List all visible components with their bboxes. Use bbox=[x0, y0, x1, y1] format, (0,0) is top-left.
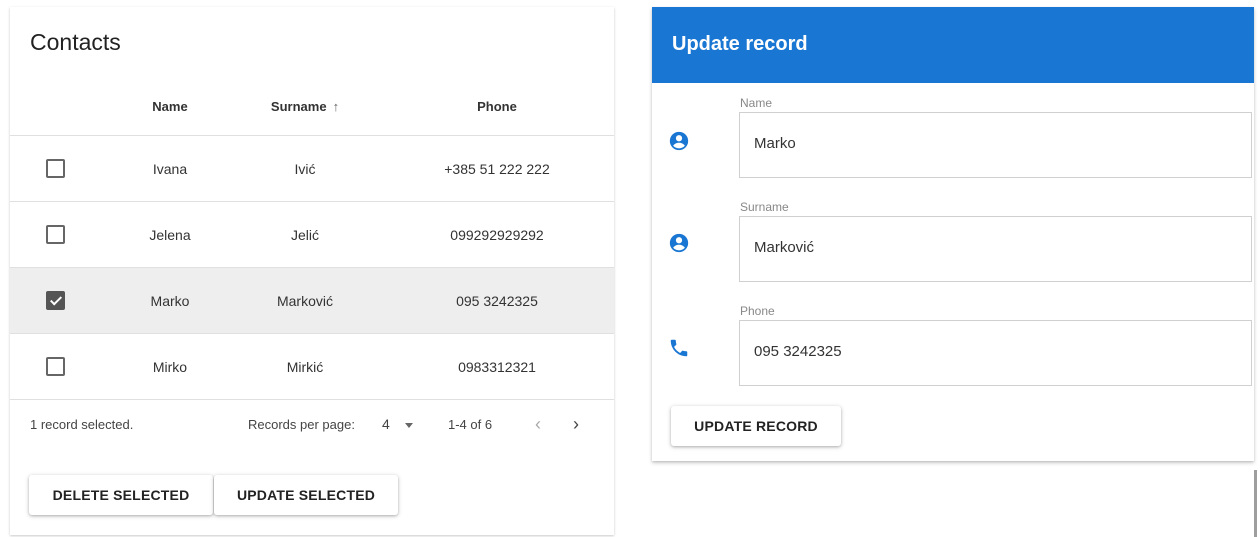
header-checkbox-cell bbox=[10, 77, 110, 136]
contacts-card: Contacts Name Surname ↑ Phone Ivana Ivić bbox=[10, 7, 614, 535]
cell-surname: Ivić bbox=[230, 135, 380, 202]
name-field-box[interactable] bbox=[739, 112, 1252, 178]
phone-input[interactable] bbox=[754, 343, 1234, 360]
row-checkbox[interactable] bbox=[45, 159, 65, 178]
surname-field-label: Surname bbox=[740, 200, 789, 214]
cell-surname: Mirkić bbox=[230, 333, 380, 400]
table-row[interactable]: Mirko Mirkić 0983312321 bbox=[10, 333, 614, 400]
row-checkbox[interactable] bbox=[45, 225, 65, 244]
window-edge-divider bbox=[1254, 470, 1257, 537]
phone-icon bbox=[670, 339, 688, 357]
column-header-name[interactable]: Name bbox=[110, 77, 230, 136]
pagination-range: 1-4 of 6 bbox=[448, 417, 493, 432]
rows-per-page-label: Records per page: bbox=[248, 417, 355, 432]
name-field-label: Name bbox=[740, 96, 773, 110]
table-header-row: Name Surname ↑ Phone bbox=[10, 77, 614, 136]
contacts-table: Name Surname ↑ Phone Ivana Ivić +385 51 … bbox=[10, 77, 614, 400]
table-row[interactable]: Jelena Jelić 099292929292 bbox=[10, 201, 614, 268]
row-checkbox-checked[interactable] bbox=[45, 291, 65, 310]
cell-surname: Marković bbox=[230, 267, 380, 334]
name-input[interactable] bbox=[754, 135, 1234, 152]
phone-field-label: Phone bbox=[740, 304, 775, 318]
column-header-surname[interactable]: Surname ↑ bbox=[230, 77, 380, 136]
cell-phone: +385 51 222 222 bbox=[380, 135, 614, 202]
delete-selected-button[interactable]: DELETE SELECTED bbox=[29, 475, 213, 515]
contacts-title: Contacts bbox=[30, 29, 121, 55]
account-circle-icon bbox=[669, 131, 689, 151]
dropdown-arrow-icon[interactable] bbox=[405, 423, 413, 428]
next-page-icon[interactable]: › bbox=[564, 411, 588, 437]
cell-phone: 095 3242325 bbox=[380, 267, 614, 334]
table-footer: 1 record selected. Records per page: 4 1… bbox=[10, 407, 614, 445]
table-row[interactable]: Ivana Ivić +385 51 222 222 bbox=[10, 135, 614, 202]
update-record-card: Update record Name Surname Phone UPDATE … bbox=[652, 7, 1254, 461]
selection-count-text: 1 record selected. bbox=[30, 417, 134, 432]
sort-ascending-icon[interactable]: ↑ bbox=[333, 99, 340, 114]
cell-name: Jelena bbox=[110, 201, 230, 268]
cell-name: Mirko bbox=[110, 333, 230, 400]
column-header-phone[interactable]: Phone bbox=[380, 77, 614, 136]
row-checkbox[interactable] bbox=[45, 357, 65, 376]
phone-field-box[interactable] bbox=[739, 320, 1252, 386]
update-record-title: Update record bbox=[672, 33, 808, 55]
previous-page-icon[interactable]: ‹ bbox=[526, 411, 550, 437]
rows-per-page-select[interactable]: 4 bbox=[382, 416, 390, 432]
account-circle-icon bbox=[669, 233, 689, 253]
update-record-header: Update record bbox=[652, 7, 1254, 83]
column-header-surname-label: Surname bbox=[270, 98, 327, 114]
update-selected-button[interactable]: UPDATE SELECTED bbox=[214, 475, 398, 515]
cell-name: Marko bbox=[110, 267, 230, 334]
table-row-selected[interactable]: Marko Marković 095 3242325 bbox=[10, 267, 614, 334]
surname-field-box[interactable] bbox=[739, 216, 1252, 282]
surname-input[interactable] bbox=[754, 239, 1234, 256]
cell-surname: Jelić bbox=[230, 201, 380, 268]
update-record-button[interactable]: UPDATE RECORD bbox=[671, 406, 841, 446]
cell-phone: 0983312321 bbox=[380, 333, 614, 400]
cell-phone: 099292929292 bbox=[380, 201, 614, 268]
cell-name: Ivana bbox=[110, 135, 230, 202]
